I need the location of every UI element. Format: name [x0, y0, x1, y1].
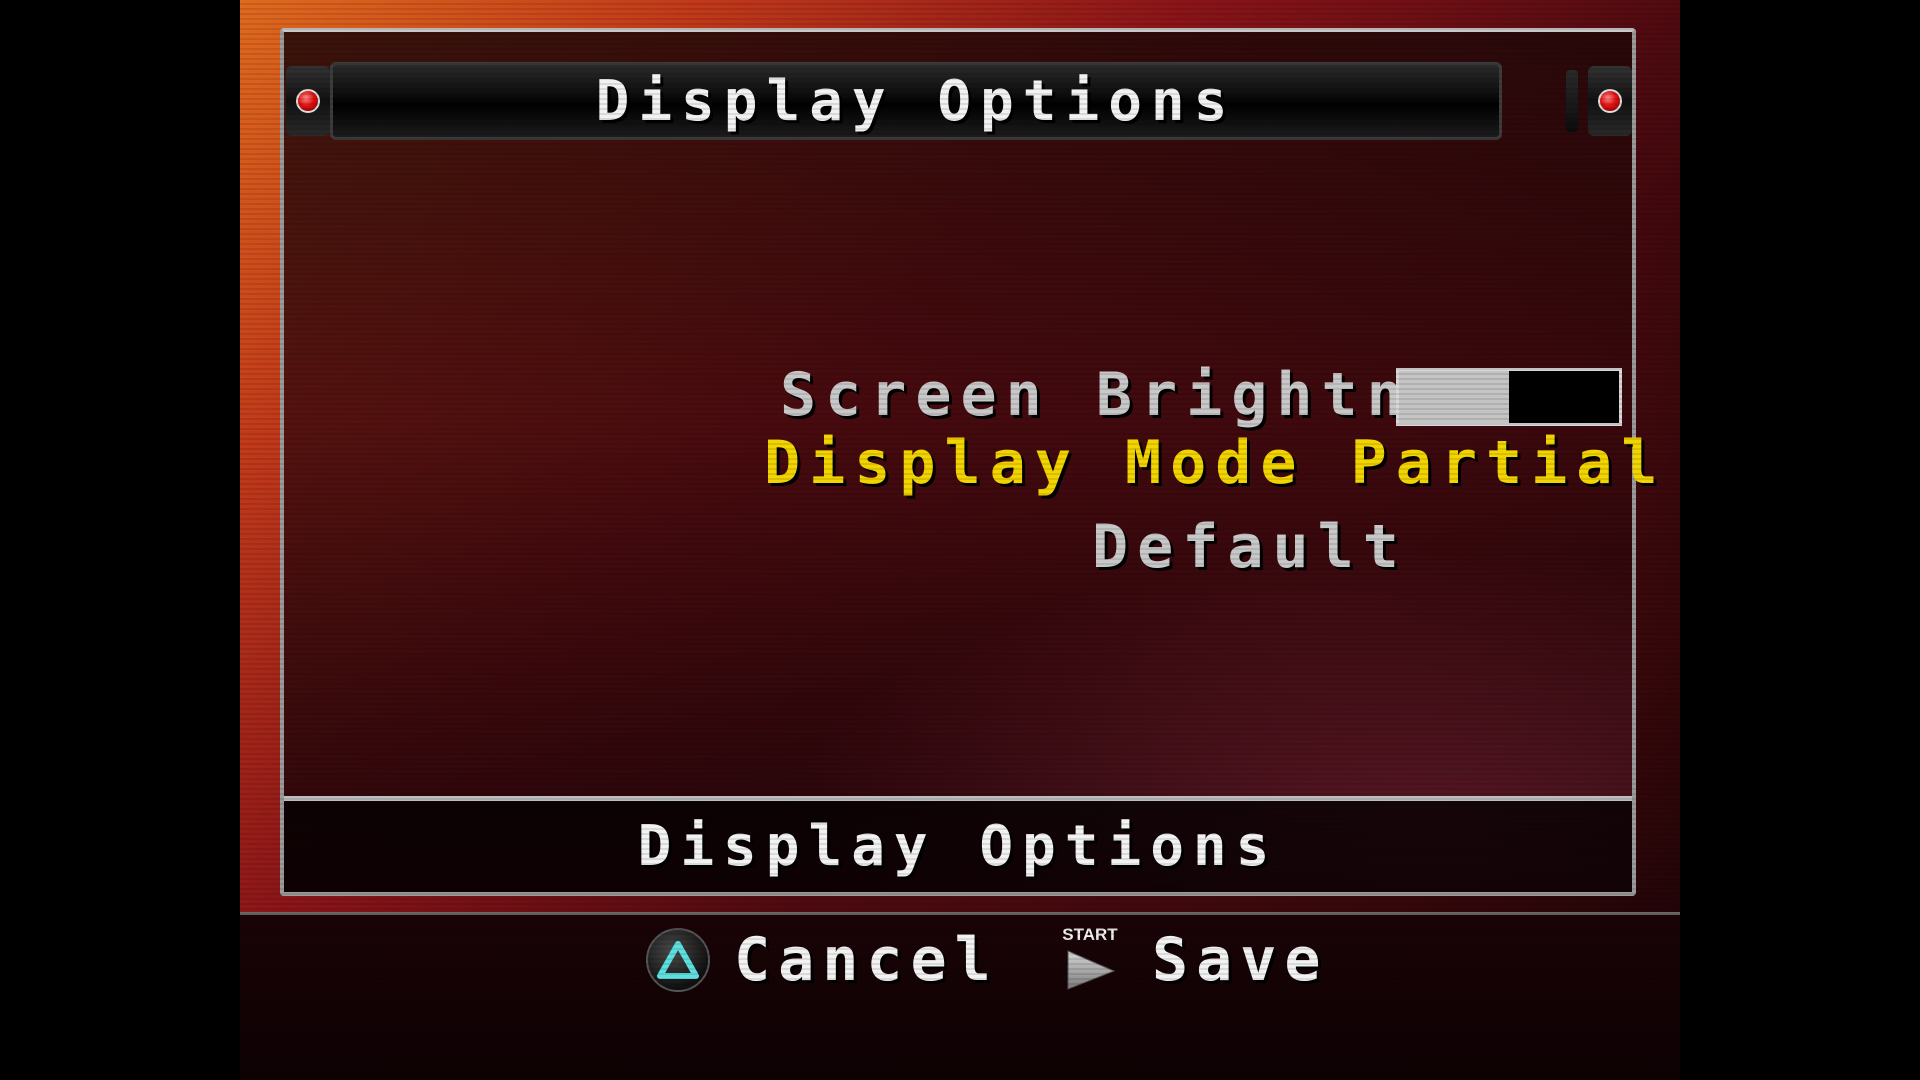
start-button-icon: START [1058, 925, 1122, 995]
info-bar-text: Display Options [637, 814, 1279, 879]
menu-item-default[interactable]: Default [1092, 512, 1408, 582]
save-label: Save [1152, 925, 1329, 995]
title-bar: Display Options [330, 62, 1502, 140]
screen: Display Options Screen Brightness Displa… [240, 0, 1680, 1080]
start-icon-label: START [1062, 925, 1118, 944]
left-red-light-icon [286, 66, 330, 136]
display-mode-value: Partial Display [1350, 428, 1680, 498]
brightness-slider[interactable] [1396, 368, 1622, 426]
right-title-bracket [1566, 70, 1578, 132]
cancel-button[interactable]: Cancel [646, 922, 999, 998]
right-red-light-icon [1588, 66, 1632, 136]
display-mode-label: Display Mode [764, 428, 1306, 498]
cancel-label: Cancel [734, 925, 999, 995]
info-bar: Display Options [284, 796, 1632, 892]
brightness-slider-fill [1399, 371, 1509, 423]
page-title: Display Options [595, 68, 1237, 134]
menu-item-display-mode[interactable]: Display Mode Partial Display [764, 428, 1680, 498]
save-button[interactable]: START Save [1058, 922, 1329, 998]
triangle-button-icon [646, 928, 710, 992]
